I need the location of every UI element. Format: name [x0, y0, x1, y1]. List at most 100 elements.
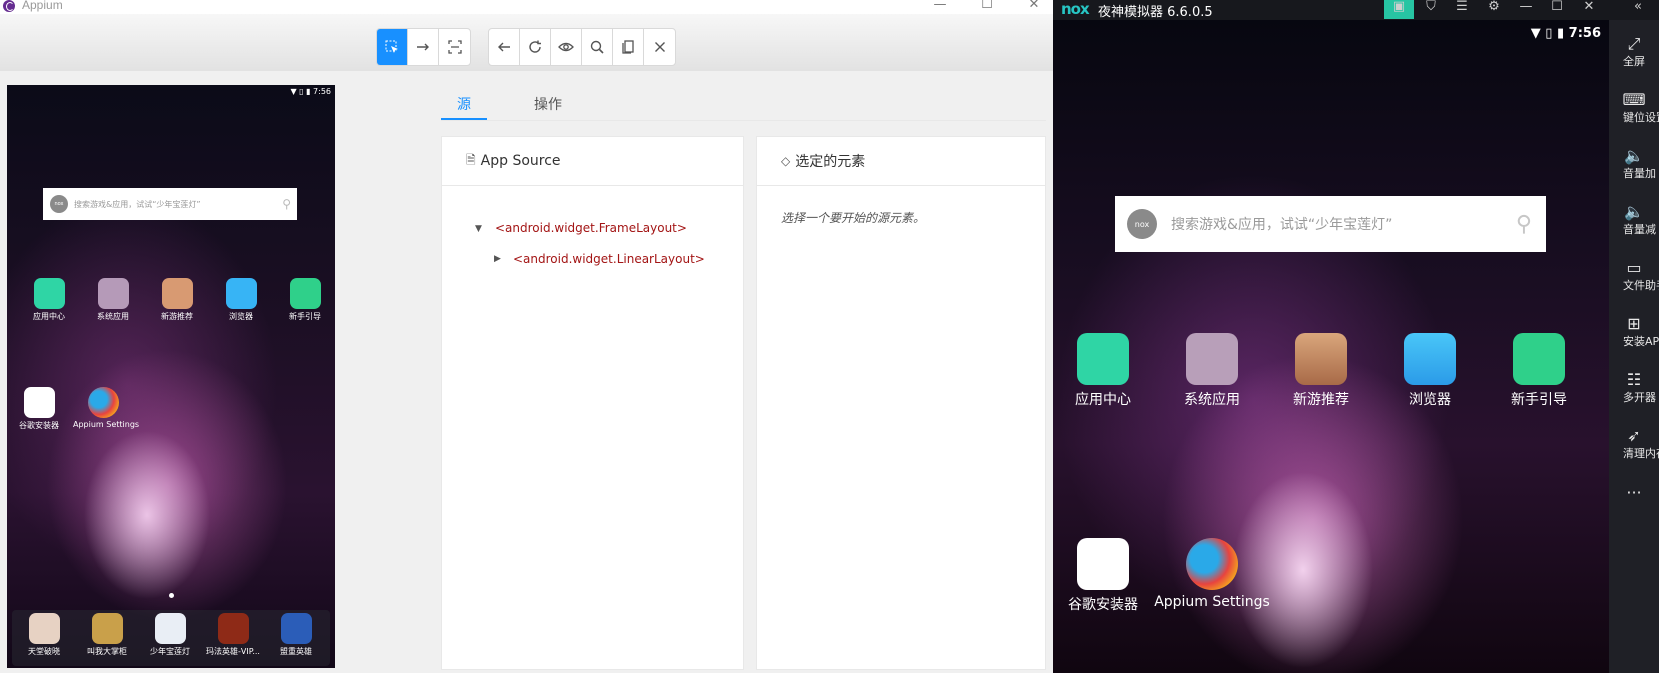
collapse-sidebar-icon[interactable]: «: [1623, 0, 1653, 19]
inspector-tabs: 源 操作: [441, 88, 1046, 121]
refresh-icon: [529, 40, 541, 53]
maximize-button[interactable]: ☐: [977, 0, 997, 12]
app-store-icon[interactable]: ▣: [1384, 0, 1414, 19]
app-guide[interactable]: 新手引导: [1489, 333, 1589, 409]
game-icon: [28, 613, 60, 644]
selected-element-placeholder: 选择一个要开始的源元素。: [781, 211, 926, 225]
caret-right-icon[interactable]: ▶: [494, 254, 501, 264]
swipe-arrow-icon: [417, 43, 429, 51]
quit-session-button[interactable]: [644, 29, 675, 65]
app-center-icon: [33, 278, 65, 309]
app-google-installer[interactable]: 谷歌安装器: [1053, 538, 1153, 614]
arrow-left-icon: [498, 42, 510, 52]
sidebar-item-file-assistant[interactable]: ▭ 文件助手: [1609, 259, 1659, 293]
nox-search-logo-icon: nox: [1127, 209, 1157, 239]
close-button[interactable]: ✕: [1574, 0, 1604, 19]
maximize-button[interactable]: ☐: [1542, 0, 1572, 19]
sidebar-item-keymap[interactable]: ⌨ 键位设置: [1609, 91, 1659, 125]
tree-node-framelayout[interactable]: <android.widget.FrameLayout>: [495, 221, 687, 235]
minimize-button[interactable]: —: [1511, 0, 1541, 19]
multi-instance-icon: ☷: [1626, 370, 1642, 389]
app-label: 谷歌安装器: [19, 421, 59, 430]
sidebar-item-fullscreen[interactable]: ⤢ 全屏: [1609, 35, 1659, 69]
device-screenshot[interactable]: ▼ ▯ ▮ 7:56 nox 搜索游戏&应用，试试“少年宝莲灯” ⚲ 应用中心 …: [7, 85, 335, 668]
gear-icon[interactable]: ⚙: [1479, 0, 1509, 19]
minimize-button[interactable]: —: [930, 0, 950, 12]
status-time: 7:56: [1568, 26, 1601, 41]
game-icon: [91, 613, 123, 644]
screenshot-search-bar[interactable]: nox 搜索游戏&应用，试试“少年宝莲灯” ⚲: [43, 188, 297, 220]
guide-icon: [1513, 333, 1565, 385]
appium-logo-icon: [3, 0, 15, 12]
app-label: 系统应用: [97, 312, 129, 321]
app-label: 浏览器: [1409, 392, 1451, 408]
browser-icon: [225, 278, 257, 309]
app-label: 新游推荐: [161, 312, 193, 321]
screenshot-app-new-games[interactable]: 新游推荐: [147, 278, 207, 322]
screenshot-app-guide[interactable]: 新手引导: [275, 278, 335, 322]
select-elements-button[interactable]: [377, 29, 408, 65]
nox-titlebar: nox 夜神模拟器 6.6.0.5 ▣ ⛉ ☰ ⚙ — ☐ ✕ «: [1053, 0, 1659, 20]
search-icon: ⚲: [282, 197, 291, 211]
active-tab-indicator: [441, 118, 487, 120]
tab-source[interactable]: 源: [457, 94, 471, 114]
app-new-games[interactable]: 新游推荐: [1271, 333, 1371, 409]
select-cursor-icon: [385, 40, 398, 53]
app-label: 浏览器: [229, 312, 253, 321]
sidebar-item-volume-down[interactable]: 🔈 音量减: [1609, 203, 1659, 237]
app-label: Appium Settings: [73, 420, 140, 429]
dock-app[interactable]: 少年宝莲灯: [140, 613, 200, 657]
app-system-apps[interactable]: 系统应用: [1162, 333, 1262, 409]
refresh-button[interactable]: [520, 29, 551, 65]
app-label: 新手引导: [1511, 392, 1567, 408]
app-browser[interactable]: 浏览器: [1380, 333, 1480, 409]
sidebar-item-multi-instance[interactable]: ☷ 多开器: [1609, 371, 1659, 405]
copy-xml-button[interactable]: [613, 29, 644, 65]
tag-icon: ◇: [781, 154, 791, 168]
sidebar-item-volume-up[interactable]: 🔈 音量加: [1609, 147, 1659, 181]
shirt-skin-icon[interactable]: ⛉: [1416, 0, 1446, 19]
app-label: 应用中心: [1075, 392, 1131, 408]
tree-node-linearlayout[interactable]: <android.widget.LinearLayout>: [513, 252, 705, 266]
copy-icon: [622, 40, 634, 54]
sidebar-label: 清理内存: [1623, 447, 1659, 460]
sidebar-label: 安装APK: [1623, 335, 1659, 348]
search-elements-button[interactable]: [582, 29, 613, 65]
screenshot-app-appium-settings[interactable]: Appium Settings: [73, 387, 140, 429]
search-icon: [590, 40, 604, 54]
nox-window-title: 夜神模拟器 6.6.0.5: [1098, 5, 1213, 20]
action-button-group: [488, 28, 676, 66]
close-window-button[interactable]: ✕: [1024, 0, 1044, 12]
screenshot-app-system-apps[interactable]: 系统应用: [83, 278, 143, 322]
guide-icon: [289, 278, 321, 309]
back-button[interactable]: [489, 29, 520, 65]
app-appium-settings[interactable]: Appium Settings: [1152, 538, 1272, 610]
dock-app[interactable]: 天堂破晓: [14, 613, 74, 657]
tab-actions[interactable]: 操作: [534, 94, 562, 114]
app-label: 谷歌安装器: [1068, 597, 1138, 613]
toggle-attributes-button[interactable]: [551, 29, 582, 65]
android-home-screen[interactable]: ▼ ▯ ▮ 7:56 nox 搜索游戏&应用，试试“少年宝莲灯” ⚲ 应用中心 …: [1053, 20, 1609, 673]
sidebar-more-button[interactable]: ···: [1609, 483, 1659, 502]
mode-button-group: [376, 28, 471, 66]
home-search-bar[interactable]: nox 搜索游戏&应用，试试“少年宝莲灯” ⚲: [1115, 196, 1546, 252]
dock-app[interactable]: 叫我大掌柜: [77, 613, 137, 657]
appium-window-title: Appium: [22, 0, 63, 12]
monitor-icon: ▭: [1626, 258, 1642, 277]
app-app-center[interactable]: 应用中心: [1053, 333, 1153, 409]
sidebar-item-install-apk[interactable]: ⊞ 安装APK: [1609, 315, 1659, 349]
dock-app[interactable]: 玛法英雄-VIP...: [203, 613, 263, 657]
menu-icon[interactable]: ☰: [1447, 0, 1477, 19]
screenshot-app-app-center[interactable]: 应用中心: [19, 278, 79, 322]
screenshot-app-browser[interactable]: 浏览器: [211, 278, 271, 322]
new-games-icon: [161, 278, 193, 309]
dock-app[interactable]: 盟重英雄: [266, 613, 326, 657]
tap-coordinates-button[interactable]: [439, 29, 470, 65]
screenshot-app-google-installer[interactable]: 谷歌安装器: [9, 387, 69, 431]
caret-down-icon[interactable]: ▼: [475, 224, 482, 234]
sidebar-label: 音量减: [1623, 223, 1656, 236]
system-apps-folder-icon: [97, 278, 129, 309]
app-label: 新游推荐: [1293, 392, 1349, 408]
sidebar-item-clean-memory[interactable]: ➶ 清理内存: [1609, 427, 1659, 461]
swipe-mode-button[interactable]: [408, 29, 439, 65]
